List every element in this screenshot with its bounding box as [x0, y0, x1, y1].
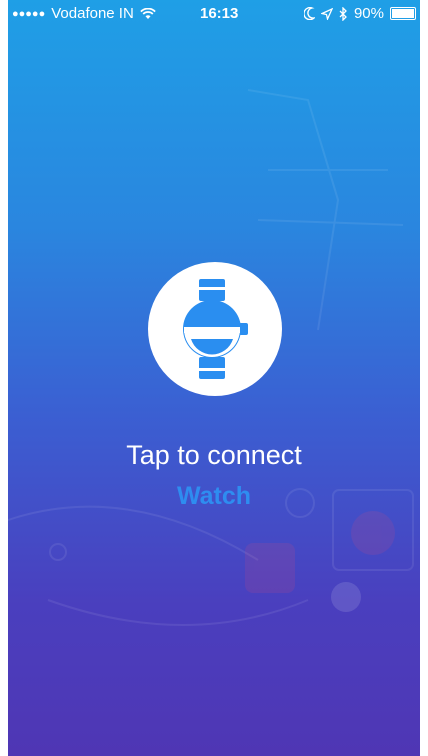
location-arrow-icon [320, 7, 333, 20]
moon-icon [303, 7, 315, 20]
status-time: 16:13 [200, 5, 239, 22]
tap-to-connect-label: Tap to connect [126, 440, 302, 470]
battery-fill [392, 9, 414, 18]
signal-strength-icon: ●●●●● [12, 7, 46, 20]
wifi-icon [140, 7, 156, 19]
connect-screen: ●●●●● Vodafone IN 16:13 90% Tap to conne… [8, 0, 420, 756]
watch-device-link[interactable]: Watch [8, 482, 420, 511]
bluetooth-icon [339, 6, 347, 21]
battery-icon [390, 7, 416, 20]
connect-watch-button[interactable] [148, 262, 282, 396]
status-bar: ●●●●● Vodafone IN 16:13 90% [8, 0, 420, 28]
battery-percent: 90% [353, 5, 384, 22]
status-right: 90% [303, 5, 416, 22]
carrier-name: Vodafone IN [51, 5, 134, 22]
status-left: ●●●●● Vodafone IN [12, 5, 156, 22]
watch-icon [183, 279, 248, 379]
